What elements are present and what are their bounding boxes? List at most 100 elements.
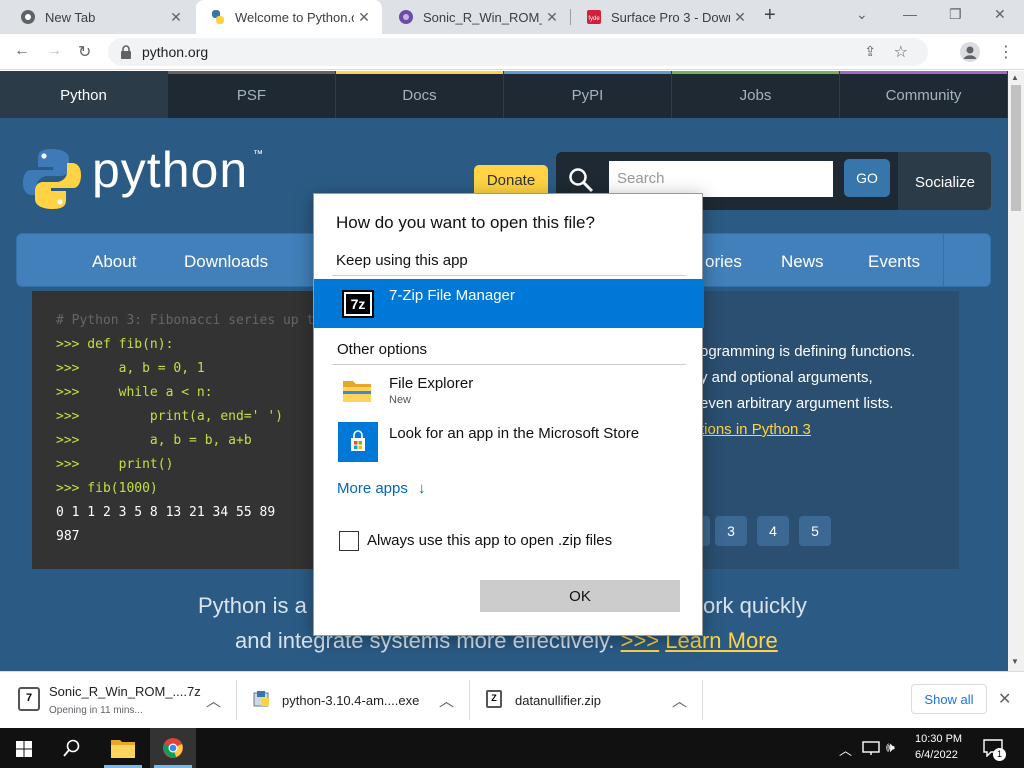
tab-sonic-rom[interactable]: Sonic_R_Win_ROM_EN ✕: [384, 0, 570, 34]
scroll-thumb[interactable]: [1011, 85, 1021, 211]
tab-title: Sonic_R_Win_ROM_EN: [423, 9, 542, 25]
menu-kebab-icon[interactable]: ⋮: [998, 42, 1014, 62]
restore-icon[interactable]: ❐: [949, 6, 962, 23]
main-nav-success-stories[interactable]: ories: [705, 252, 742, 272]
code-line: >>> def fib(n):: [56, 337, 174, 352]
main-nav-events[interactable]: Events: [868, 252, 920, 272]
ok-button[interactable]: OK: [480, 580, 680, 612]
tab-title: New Tab: [45, 9, 96, 25]
browser-toolbar: ← → ↻ python.org ⇪ ☆ ⋮: [0, 34, 1024, 70]
top-nav-label: Python: [60, 87, 107, 104]
notification-count-badge: 1: [993, 748, 1006, 761]
lock-icon[interactable]: [120, 45, 132, 59]
tab-new-tab[interactable]: New Tab ✕: [6, 0, 194, 34]
code-output: 0 1 1 2 3 5 8 13 21 34 55 89: [56, 505, 276, 520]
top-nav-label: PyPI: [571, 87, 604, 104]
forward-icon[interactable]: →: [46, 42, 62, 60]
close-tab-icon[interactable]: ✕: [730, 9, 750, 26]
bookmark-star-icon[interactable]: ☆: [894, 42, 908, 62]
app-name: Look for an app in the Microsoft Store: [389, 425, 640, 442]
chevron-up-icon[interactable]: ︿: [439, 690, 454, 711]
tab-python[interactable]: Welcome to Python.org ✕: [196, 0, 382, 34]
always-use-checkbox[interactable]: [339, 531, 359, 551]
close-tab-icon[interactable]: ✕: [542, 9, 562, 26]
tab-surface[interactable]: fyde Surface Pro 3 - Downlo ✕: [572, 0, 758, 34]
python-logo-text[interactable]: python: [92, 141, 248, 199]
top-nav-label: PSF: [236, 87, 267, 104]
close-tab-icon[interactable]: ✕: [166, 9, 186, 26]
address-bar[interactable]: python.org ⇪ ☆: [108, 38, 928, 66]
reload-icon[interactable]: ↻: [78, 42, 91, 62]
clock-time[interactable]: 10:30 PM: [915, 733, 962, 745]
chevron-up-icon[interactable]: ︿: [206, 690, 221, 711]
main-nav-news[interactable]: News: [781, 252, 824, 272]
main-nav-downloads[interactable]: Downloads: [184, 252, 268, 272]
tab-separator: [570, 9, 571, 25]
other-options-heading: Other options: [337, 341, 428, 358]
taskbar-chrome[interactable]: [150, 728, 196, 768]
download-filename: Sonic_R_Win_ROM_....7z: [49, 684, 201, 699]
top-nav-psf[interactable]: PSF: [168, 71, 336, 118]
python-logo-icon[interactable]: [22, 147, 82, 211]
donate-button[interactable]: Donate: [474, 165, 548, 195]
search-input[interactable]: Search: [609, 161, 833, 197]
page-scrollbar[interactable]: ▲ ▼: [1008, 71, 1024, 671]
always-use-label[interactable]: Always use this app to open .zip files: [367, 532, 612, 549]
pager-button-5[interactable]: 5: [799, 516, 831, 546]
go-button[interactable]: GO: [844, 159, 890, 197]
download-status: Opening in 11 mins...: [49, 705, 143, 716]
taskbar-file-explorer[interactable]: [100, 728, 146, 768]
search-icon[interactable]: [63, 739, 81, 757]
code-line: >>> a, b = 0, 1: [56, 361, 205, 376]
store-icon: [338, 422, 378, 462]
downloads-bar: 7 Sonic_R_Win_ROM_....7z Opening in 11 m…: [0, 671, 1024, 728]
code-line: >>> fib(1000): [56, 481, 158, 496]
code-line: >>> while a < n:: [56, 385, 213, 400]
show-all-button[interactable]: Show all: [911, 684, 987, 714]
download-item[interactable]: python-3.10.4-am....exe ︿: [237, 672, 469, 729]
socialize-button[interactable]: Socialize: [898, 152, 991, 210]
profile-avatar-icon[interactable]: [960, 42, 980, 62]
feature-link[interactable]: tions in Python 3: [700, 421, 811, 438]
download-item[interactable]: Z datanullifier.zip ︿: [470, 672, 702, 729]
tab-search-icon[interactable]: ⌄: [856, 6, 868, 23]
7zip-icon: 7z: [342, 290, 374, 318]
top-nav-python[interactable]: Python: [0, 71, 168, 118]
scroll-up-icon[interactable]: ▲: [1011, 73, 1019, 82]
top-nav-label: Docs: [402, 87, 437, 104]
pager-button-4[interactable]: 4: [757, 516, 789, 546]
code-line: >>> a, b = b, a+b: [56, 433, 252, 448]
minimize-icon[interactable]: —: [903, 6, 917, 22]
tab-title: Surface Pro 3 - Downlo: [611, 9, 730, 25]
network-icon[interactable]: [862, 741, 880, 755]
clock-date[interactable]: 6/4/2022: [915, 749, 958, 761]
arrow-down-icon: ↓: [418, 480, 426, 497]
download-item[interactable]: 7 Sonic_R_Win_ROM_....7z Opening in 11 m…: [0, 672, 236, 729]
tab-title: Welcome to Python.org: [235, 9, 354, 25]
app-option-7zip[interactable]: 7z 7-Zip File Manager: [314, 279, 704, 328]
back-icon[interactable]: ←: [14, 42, 30, 60]
tagline-start: Python is a: [198, 593, 307, 618]
tagline-end: ork quickly: [703, 593, 807, 618]
chevron-up-icon[interactable]: ︿: [672, 690, 687, 711]
top-nav-pypi[interactable]: PyPI: [504, 71, 672, 118]
main-nav-about[interactable]: About: [92, 252, 136, 272]
top-nav-jobs[interactable]: Jobs: [672, 71, 840, 118]
pager-button-3[interactable]: 3: [715, 516, 747, 546]
volume-icon[interactable]: 🕪: [886, 739, 895, 756]
show-hidden-icons-icon[interactable]: ︿: [839, 740, 852, 759]
app-option-microsoft-store[interactable]: Look for an app in the Microsoft Store: [314, 419, 704, 465]
app-option-file-explorer[interactable]: File Explorer New: [314, 369, 704, 411]
windows-start-icon[interactable]: [16, 741, 32, 757]
window-close-icon[interactable]: ✕: [994, 6, 1006, 23]
close-downloads-icon[interactable]: ✕: [998, 689, 1011, 709]
more-apps-link[interactable]: More apps ↓: [337, 480, 426, 497]
scroll-down-icon[interactable]: ▼: [1011, 657, 1019, 666]
top-nav-community[interactable]: Community: [840, 71, 1008, 118]
trademark-mark: ™: [253, 149, 263, 160]
top-nav-docs[interactable]: Docs: [336, 71, 504, 118]
folder-icon: [343, 381, 371, 402]
close-tab-icon[interactable]: ✕: [354, 9, 374, 26]
new-tab-icon[interactable]: +: [764, 4, 776, 27]
share-icon[interactable]: ⇪: [864, 43, 876, 60]
